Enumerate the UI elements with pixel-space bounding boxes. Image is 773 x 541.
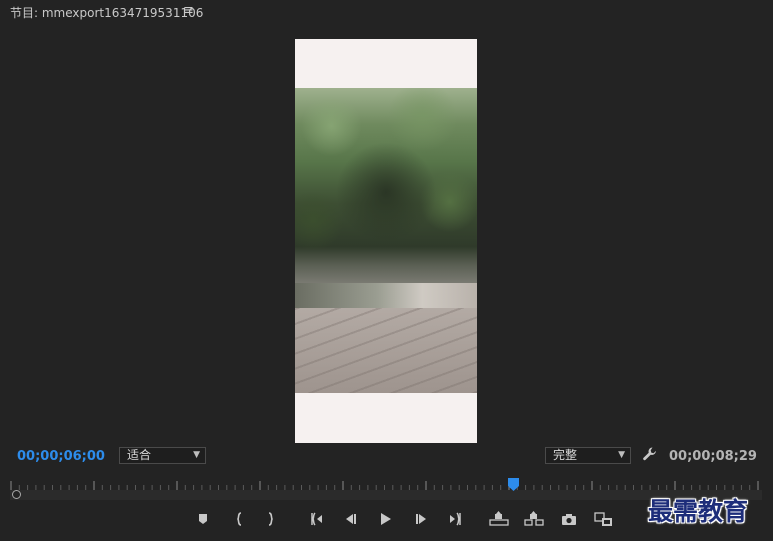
- step-back-icon: [346, 514, 356, 524]
- go-to-out-button[interactable]: [446, 511, 464, 527]
- zoom-level-value: 适合: [127, 448, 152, 462]
- wrench-icon[interactable]: [642, 446, 658, 462]
- duration-timecode: 00;00;08;29: [669, 449, 757, 464]
- zoom-level-select[interactable]: 适合 ▼: [119, 447, 206, 464]
- mark-out-button[interactable]: [262, 511, 280, 527]
- panel-header: 节目: mmexport1634719531106 ≡: [0, 0, 773, 24]
- step-forward-button[interactable]: [412, 511, 430, 527]
- add-marker-icon: [199, 514, 207, 524]
- time-ruler[interactable]: [10, 478, 762, 490]
- lift-icon: [489, 511, 509, 526]
- pavement-area: [295, 308, 477, 393]
- go-to-in-button[interactable]: [308, 511, 326, 527]
- panel-title[interactable]: 节目: mmexport1634719531106: [10, 4, 203, 21]
- video-frame-image: [295, 88, 477, 393]
- mark-out-icon: [268, 512, 273, 526]
- playhead-marker[interactable]: [508, 476, 520, 491]
- comparison-view-button[interactable]: [594, 511, 612, 527]
- mark-in-icon: [237, 512, 242, 526]
- lift-button[interactable]: [489, 511, 509, 527]
- chevron-down-icon: ▼: [193, 450, 200, 460]
- camera-icon: [562, 514, 576, 525]
- play-button[interactable]: [377, 511, 395, 527]
- playback-resolution-value: 完整: [553, 448, 578, 462]
- trees-area: [295, 88, 477, 278]
- program-monitor-panel: 节目: mmexport1634719531106 ≡ 00;00;06;00 …: [0, 0, 773, 541]
- play-icon: [381, 513, 391, 525]
- step-back-button[interactable]: [342, 511, 360, 527]
- extract-icon: [524, 511, 544, 526]
- mark-in-button[interactable]: [230, 511, 248, 527]
- current-timecode[interactable]: 00;00;06;00: [17, 449, 105, 464]
- step-forward-icon: [416, 514, 426, 524]
- chevron-down-icon: ▼: [618, 450, 625, 460]
- go-to-out-icon: [450, 512, 461, 526]
- add-marker-button[interactable]: [194, 511, 212, 527]
- go-to-in-icon: [311, 512, 322, 526]
- extract-button[interactable]: [524, 511, 544, 527]
- hamburger-menu-icon[interactable]: ≡: [183, 3, 194, 18]
- export-frame-button[interactable]: [560, 511, 578, 527]
- program-preview[interactable]: [295, 39, 477, 443]
- playback-resolution-select[interactable]: 完整 ▼: [545, 447, 631, 464]
- compare-view-icon: [594, 512, 612, 526]
- zoom-handle-left[interactable]: [12, 490, 21, 499]
- watermark-logo: 最需教育: [648, 497, 749, 526]
